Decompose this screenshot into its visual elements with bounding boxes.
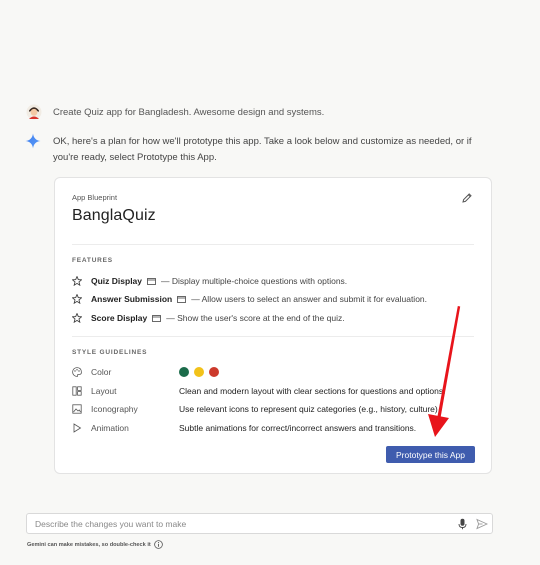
image-icon	[72, 404, 82, 414]
style-label: Color	[91, 367, 112, 377]
feature-item: Score Display — Show the user's score at…	[72, 311, 345, 325]
ai-reply: OK, here's a plan for how we'll prototyp…	[53, 136, 472, 163]
disclaimer: Gemini can make mistakes, so double-chec…	[27, 540, 163, 549]
style-row-color: Color	[72, 365, 224, 379]
disclaimer-text: Gemini can make mistakes, so double-chec…	[27, 541, 151, 548]
style-value: Clean and modern layout with clear secti…	[179, 386, 446, 396]
feature-item: Answer Submission — Allow users to selec…	[72, 292, 427, 306]
style-label: Animation	[91, 423, 129, 433]
star-icon	[72, 294, 82, 304]
annotation-arrow-icon	[428, 306, 461, 437]
palette-icon	[72, 367, 82, 377]
color-swatch	[194, 367, 204, 377]
star-icon	[72, 313, 82, 323]
color-swatch	[209, 367, 219, 377]
color-swatches	[179, 367, 224, 377]
prompt-input[interactable]	[35, 517, 445, 530]
star-icon	[72, 276, 82, 286]
divider	[72, 244, 474, 245]
style-value: Subtle animations for correct/incorrect …	[179, 423, 417, 433]
feature-name: Score Display	[91, 313, 148, 323]
divider	[72, 336, 474, 337]
window-icon	[152, 314, 162, 322]
window-icon	[147, 277, 156, 285]
style-value: Use relevant icons to represent quiz cat…	[179, 404, 441, 414]
user-avatar-icon	[26, 104, 42, 120]
feature-item: Quiz Display — Display multiple-choice q…	[72, 274, 347, 288]
features-heading: FEATURES	[72, 257, 113, 264]
style-row-iconography: Iconography Use relevant icons to repres…	[72, 402, 440, 416]
feature-description: — Display multiple-choice questions with…	[161, 276, 348, 286]
info-icon[interactable]	[153, 540, 163, 549]
color-swatch	[179, 367, 189, 377]
prototype-app-button[interactable]: Prototype this App	[386, 446, 475, 463]
send-icon[interactable]	[476, 518, 488, 530]
app-title: BanglaQuiz	[72, 207, 156, 224]
gemini-sparkle-icon	[25, 133, 41, 149]
window-icon	[177, 295, 187, 303]
feature-name: Answer Submission	[91, 294, 173, 304]
pencil-icon[interactable]	[460, 191, 474, 205]
mic-icon[interactable]	[457, 518, 468, 530]
style-guidelines-heading: STYLE GUIDELINES	[72, 349, 148, 356]
layout-icon	[72, 386, 82, 396]
card-eyebrow: App Blueprint	[72, 193, 118, 202]
feature-name: Quiz Display	[91, 276, 143, 286]
feature-description: — Show the user's score at the end of th…	[166, 313, 345, 323]
prompt-composer	[26, 513, 493, 534]
feature-description: — Allow users to select an answer and su…	[191, 294, 428, 304]
style-row-layout: Layout Clean and modern layout with clea…	[72, 384, 446, 398]
style-label: Iconography	[91, 404, 138, 414]
play-icon	[73, 423, 82, 433]
style-row-animation: Animation Subtle animations for correct/…	[72, 421, 416, 435]
style-label: Layout	[91, 386, 117, 396]
user-prompt: Create Quiz app for Bangladesh. Awesome …	[53, 107, 325, 118]
